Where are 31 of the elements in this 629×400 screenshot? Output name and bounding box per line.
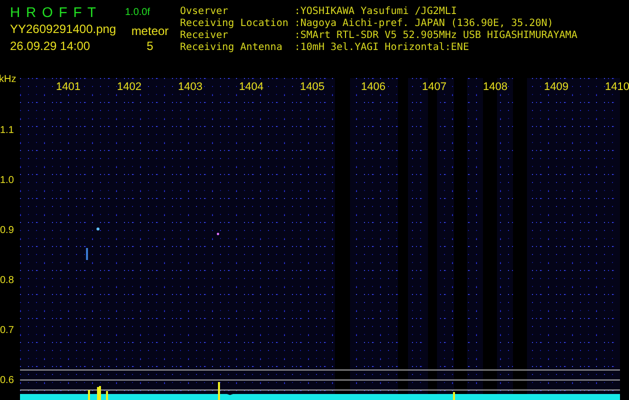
time-label: 1403 [178,81,204,93]
info-value: :SMArt RTL-SDR V5 52.905MHz USB HIGASHIMURAYAMA [294,30,578,42]
info-label: Receiving Location [180,18,288,30]
time-label: 1409 [544,81,570,93]
axis-label: 0.8 [0,274,15,288]
time-label: 1410 [605,81,629,93]
info-label: Receiver [180,30,230,42]
time-label: 1408 [483,81,508,93]
file-name: YY2609291400.png [10,22,118,36]
unit-label: kHz [0,74,18,86]
info-value: :10mH 3el.YAGI Horizontal:ENE [294,42,470,54]
meteor-label: meteor [130,24,170,38]
version-label: 1.0.0f [125,6,152,18]
time-label: 1406 [361,81,386,93]
axis-label: 1.1 [0,124,15,138]
info-label: Ovserver [180,6,230,18]
axis-label: 0.9 [0,224,15,238]
time-label: 1407 [422,81,448,93]
info-value: :YOSHIKAWA Yasufumi /JG2MLI [294,6,458,18]
time-label: 1404 [239,81,264,93]
time-label: 1402 [117,81,142,93]
app-title: H R O F F T [10,4,98,20]
info-value: :Nagoya Aichi-pref. JAPAN (136.90E, 35.20N) [294,18,554,30]
time-label: 1405 [300,81,326,93]
axis-label: 0.7 [0,324,15,338]
axis-label: 0.6 [0,374,15,388]
axis-label: 1.0 [0,174,15,188]
time-label: 1401 [56,81,82,93]
meteor-count: 5 [146,39,154,53]
date-time: 26.09.29 14:00 [10,39,92,53]
info-label: Receiving Antenna [180,42,284,54]
